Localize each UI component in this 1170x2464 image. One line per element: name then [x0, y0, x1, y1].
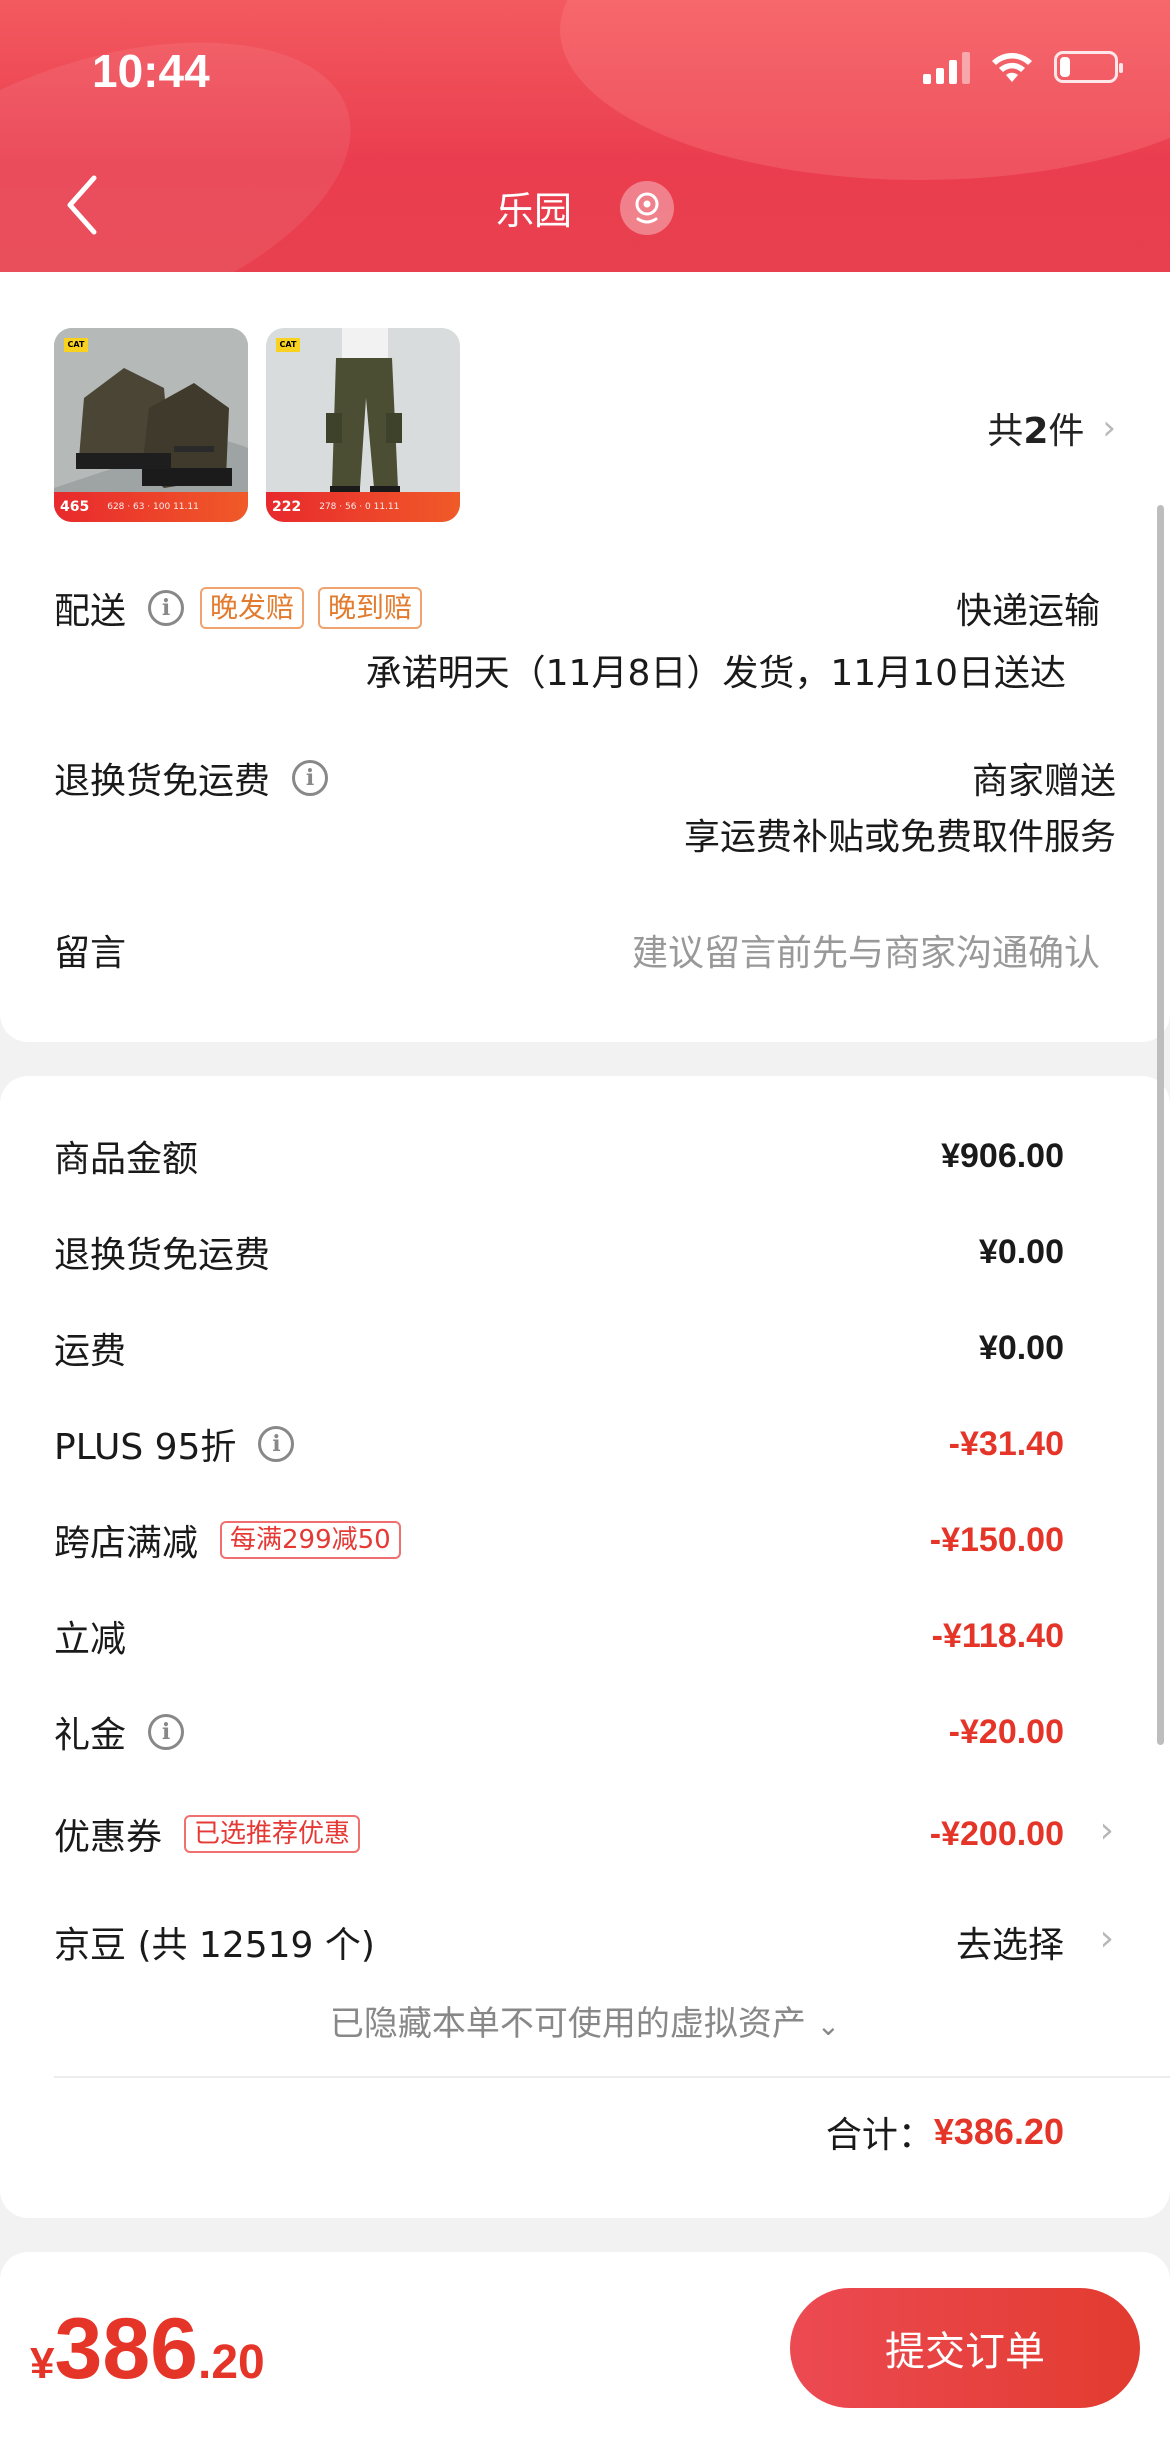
summary-label: 礼金 [54, 1715, 127, 1756]
summary-row: 运费 ¥0.00 [54, 1322, 1116, 1374]
summary-value: -¥118.40 [931, 1616, 1064, 1655]
product-strip-details: 628 · 63 · 100 11.11 [107, 502, 199, 512]
summary-value: -¥150.00 [929, 1520, 1064, 1559]
summary-value: -¥31.40 [948, 1424, 1064, 1463]
price-decimal: .20 [197, 2336, 265, 2389]
product-thumbnails[interactable]: CAT 465 628 · 63 · 100 11.11 CAT 222 278… [54, 328, 460, 522]
delivery-label: 配送 [54, 591, 127, 632]
summary-row: 商品金额 ¥906.00 [54, 1130, 1116, 1182]
price-integer: 386 [54, 2301, 198, 2397]
chevron-right-icon[interactable]: › [1100, 1918, 1114, 1959]
divider [54, 2076, 1170, 2078]
currency-symbol: ¥ [30, 2339, 55, 2388]
summary-value: ¥906.00 [941, 1136, 1064, 1175]
product-strip-details: 278 · 56 · 0 11.11 [319, 502, 400, 512]
summary-label: 商品金额 [54, 1139, 199, 1180]
chevron-right-icon[interactable]: › [1100, 1810, 1114, 1851]
info-icon[interactable]: i [292, 760, 329, 796]
product-price-strip: 465 628 · 63 · 100 11.11 [54, 492, 248, 522]
status-icons [923, 50, 1123, 84]
status-time: 10:44 [92, 45, 210, 97]
summary-row: 退换货免运费 ¥0.00 [54, 1226, 1116, 1278]
item-count-suffix: 件 [1048, 411, 1085, 452]
summary-value: -¥200.00 [929, 1814, 1064, 1853]
summary-value: -¥20.00 [948, 1712, 1064, 1751]
summary-value: ¥0.00 [978, 1232, 1064, 1271]
nav-title-text: 乐园 [495, 189, 572, 233]
summary-label: 立减 [54, 1619, 127, 1660]
info-icon[interactable]: i [148, 1714, 185, 1750]
submit-order-button[interactable]: 提交订单 [790, 2288, 1140, 2408]
chevron-down-icon: ⌄ [816, 2009, 841, 2042]
battery-icon [1054, 51, 1123, 83]
item-count-value: 2 [1023, 411, 1049, 452]
product-strip-price: 222 [272, 499, 302, 515]
return-shipping-row: 退换货免运费 i 商家赠送 [54, 752, 1116, 804]
total-value: ¥386.20 [933, 2111, 1064, 2152]
summary-label: 运费 [54, 1331, 127, 1372]
jingdou-action[interactable]: 去选择 [956, 1916, 1064, 1968]
item-count[interactable]: 共2件 › [987, 402, 1116, 454]
summary-row: PLUS 95折 i -¥31.40 [54, 1418, 1116, 1470]
summary-row: 礼金 i -¥20.00 [54, 1706, 1116, 1758]
product-price-strip: 222 278 · 56 · 0 11.11 [266, 492, 460, 522]
brand-badge: CAT [64, 338, 88, 352]
late-arrive-tag: 晚到赔 [318, 587, 423, 629]
hidden-assets-note: 已隐藏本单不可使用的虚拟资产 [329, 2004, 806, 2044]
return-shipping-value: 商家赠送 [971, 761, 1116, 802]
summary-value: ¥0.00 [978, 1328, 1064, 1367]
product-strip-price: 465 [60, 499, 90, 515]
bottom-bar: ¥386.20 提交订单 [0, 2280, 1170, 2464]
summary-label: 跨店满减 [54, 1523, 199, 1564]
chevron-right-icon: › [1102, 408, 1116, 448]
wifi-icon [992, 53, 1032, 82]
location-icon[interactable] [620, 180, 675, 235]
battery-level [1060, 57, 1071, 77]
info-icon[interactable]: i [148, 590, 185, 626]
return-shipping-desc: 享运费补贴或免费取件服务 [683, 817, 1116, 858]
coupon-tag: 已选推荐优惠 [184, 1815, 361, 1853]
cellular-signal-icon [923, 50, 970, 84]
info-icon[interactable]: i [258, 1426, 295, 1462]
product-thumb-pants[interactable]: CAT 222 278 · 56 · 0 11.11 [266, 328, 460, 522]
jingdou-label: 京豆 (共 12519 个) [54, 1925, 375, 1966]
product-thumb-boots[interactable]: CAT 465 628 · 63 · 100 11.11 [54, 328, 248, 522]
message-input[interactable]: 建议留言前先与商家沟通确认 [632, 924, 1100, 976]
delivery-method[interactable]: 快递运输 [956, 582, 1100, 634]
item-count-prefix: 共 [987, 411, 1024, 452]
summary-label: PLUS 95折 [54, 1427, 237, 1468]
coupon-row[interactable]: 优惠券 已选推荐优惠 -¥200.00 [54, 1808, 1116, 1860]
late-ship-tag: 晚发赔 [200, 587, 305, 629]
summary-row: 跨店满减 每满299减50 -¥150.00 [54, 1514, 1116, 1566]
total-label: 合计： [825, 2115, 934, 2156]
summary-row: 立减 -¥118.40 [54, 1610, 1116, 1662]
summary-label: 优惠券 [54, 1817, 163, 1858]
delivery-row: 配送 i 晚发赔 晚到赔 快递运输 [54, 582, 1116, 634]
brand-badge: CAT [276, 338, 300, 352]
delivery-promise: 承诺明天（11月8日）发货，11月10日送达 [365, 653, 1066, 694]
promo-tag: 每满299减50 [220, 1521, 401, 1559]
nav-title: 乐园 [0, 180, 1170, 235]
bottom-total-price: ¥386.20 [30, 2300, 265, 2399]
return-shipping-label: 退换货免运费 [54, 761, 271, 802]
order-total: 合计： ¥386.20 [826, 2106, 1064, 2158]
message-label: 留言 [54, 933, 127, 974]
header: 10:44 乐园 [0, 0, 1170, 272]
message-row[interactable]: 留言 建议留言前先与商家沟通确认 [54, 924, 1116, 976]
summary-label: 退换货免运费 [54, 1235, 271, 1276]
header-decoration [560, 0, 1170, 180]
jingdou-row[interactable]: 京豆 (共 12519 个) 去选择 [54, 1916, 1116, 1968]
hidden-assets-toggle[interactable]: 已隐藏本单不可使用的虚拟资产 ⌄ [0, 1996, 1170, 2045]
price-summary-card: 商品金额 ¥906.00 退换货免运费 ¥0.00 运费 ¥0.00 PLUS … [0, 1076, 1170, 2218]
scrollbar[interactable] [1157, 505, 1164, 1745]
order-info-card: CAT 465 628 · 63 · 100 11.11 CAT 222 278… [0, 272, 1170, 1042]
